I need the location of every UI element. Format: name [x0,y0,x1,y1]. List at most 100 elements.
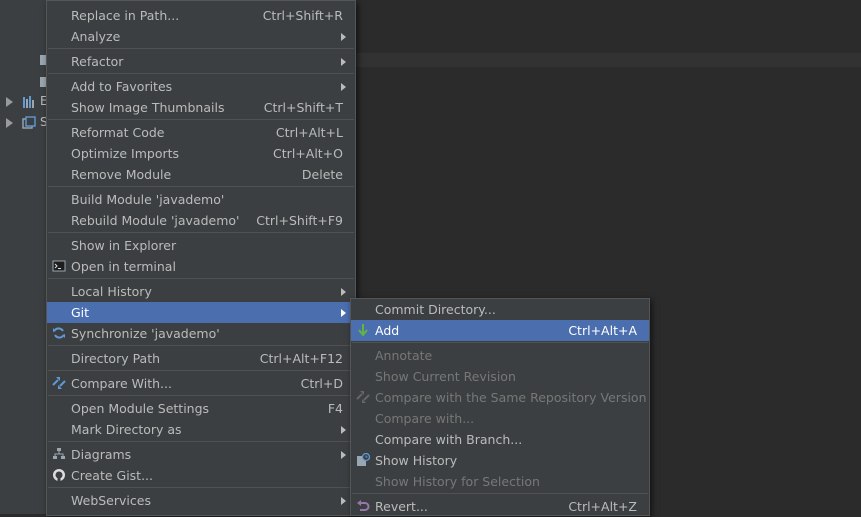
separator [48,73,354,74]
submenu-arrow-icon [341,83,346,91]
separator [352,493,648,494]
menu-item-label: Mark Directory as [71,422,182,437]
compare-icon [52,377,66,389]
menu-item-create-gist[interactable]: Create Gist... [47,465,355,486]
separator [48,395,354,396]
separator [48,487,354,488]
menu-item-show-in-explorer[interactable]: Show in Explorer [47,235,355,256]
revert-icon [357,500,370,511]
submenu-arrow-icon [341,288,346,296]
menu-item-git[interactable]: Git [47,302,355,323]
tree-item-external-libraries[interactable]: E [0,92,48,112]
git-item-show-history-for-selection[interactable]: Show History for Selection [351,471,649,492]
menu-item-label: Synchronize 'javademo' [71,326,220,341]
menu-item-webservices[interactable]: WebServices [47,490,355,511]
git-item-compare-same-repo-version[interactable]: Compare with the Same Repository Version [351,387,649,408]
sync-icon [53,327,65,339]
menu-item-shortcut: Delete [301,167,343,182]
menu-item-optimize-imports[interactable]: Optimize Imports Ctrl+Alt+O [47,143,355,164]
submenu-arrow-icon [341,33,346,41]
menu-item-label: Show in Explorer [71,238,177,253]
menu-item-label: Rebuild Module 'javademo' [71,213,240,228]
tree-item-scratches[interactable]: S [0,113,48,133]
context-menu: Replace in Path... Ctrl+Shift+R Analyze … [46,0,356,516]
menu-item-remove-module[interactable]: Remove Module Delete [47,164,355,185]
menu-item-label: WebServices [71,493,151,508]
git-item-add[interactable]: Add Ctrl+Alt+A [351,320,649,341]
menu-item-label: Show Image Thumbnails [71,100,225,115]
menu-item-compare-with[interactable]: Compare With... Ctrl+D [47,373,355,394]
menu-item-label: Compare with... [375,411,475,426]
menu-item-label: Directory Path [71,351,161,366]
separator [48,370,354,371]
git-item-show-current-revision[interactable]: Show Current Revision [351,366,649,387]
git-item-show-history[interactable]: Show History [351,450,649,471]
menu-item-label: Analyze [71,29,121,44]
menu-item-label: Commit Directory... [375,302,496,317]
git-submenu: Commit Directory... Add Ctrl+Alt+A Annot… [350,298,650,516]
menu-item-show-image-thumbnails[interactable]: Show Image Thumbnails Ctrl+Shift+T [47,97,355,118]
git-item-compare-with[interactable]: Compare with... [351,408,649,429]
menu-item-label: Optimize Imports [71,146,180,161]
menu-item-label: Show History [375,453,458,468]
menu-item-rebuild-module[interactable]: Rebuild Module 'javademo' Ctrl+Shift+F9 [47,210,355,231]
separator [48,441,354,442]
submenu-arrow-icon [341,58,346,66]
menu-item-build-module[interactable]: Build Module 'javademo' [47,189,355,210]
menu-item-directory-path[interactable]: Directory Path Ctrl+Alt+F12 [47,348,355,369]
menu-item-label: Compare with Branch... [375,432,523,447]
expand-arrow-icon[interactable] [6,97,13,107]
submenu-arrow-icon [341,497,346,505]
menu-item-local-history[interactable]: Local History [47,281,355,302]
git-item-annotate[interactable]: Annotate [351,345,649,366]
tree-item-1[interactable] [0,50,46,70]
menu-item-replace-in-path[interactable]: Replace in Path... Ctrl+Shift+R [47,5,355,26]
git-item-compare-with-branch[interactable]: Compare with Branch... [351,429,649,450]
menu-item-open-module-settings[interactable]: Open Module Settings F4 [47,398,355,419]
menu-item-shortcut: Ctrl+Alt+F12 [259,351,343,366]
menu-item-label: Add [375,323,400,338]
separator [352,342,648,343]
git-item-commit-directory[interactable]: Commit Directory... [351,299,649,320]
menu-item-shortcut: Ctrl+Alt+L [275,125,343,140]
menu-item-label: Remove Module [71,167,172,182]
menu-item-label: Git [71,305,90,320]
menu-item-refactor[interactable]: Refactor [47,51,355,72]
tree-item-2[interactable] [0,72,46,92]
menu-item-shortcut: Ctrl+Alt+A [568,323,637,338]
menu-item-label: Diagrams [71,447,132,462]
menu-item-analyze[interactable]: Analyze [47,26,355,47]
menu-item-reformat-code[interactable]: Reformat Code Ctrl+Alt+L [47,122,355,143]
library-icon [23,96,34,108]
menu-item-shortcut: Ctrl+Shift+R [262,8,343,23]
menu-item-label: Show History for Selection [375,474,540,489]
menu-item-label: Compare With... [71,376,172,391]
menu-item-shortcut: Ctrl+Shift+F9 [256,213,343,228]
menu-item-mark-directory-as[interactable]: Mark Directory as [47,419,355,440]
menu-item-label: Create Gist... [71,468,154,483]
menu-item-shortcut: Ctrl+D [300,376,343,391]
separator [48,186,354,187]
compare-icon [356,391,370,403]
history-icon [357,453,370,466]
menu-item-add-to-favorites[interactable]: Add to Favorites [47,76,355,97]
menu-item-label: Open Module Settings [71,401,210,416]
expand-arrow-icon[interactable] [6,118,13,128]
menu-item-label: Local History [71,284,152,299]
menu-item-label: Show Current Revision [375,369,516,384]
separator [48,48,354,49]
scratches-icon [22,116,36,129]
menu-item-synchronize[interactable]: Synchronize 'javademo' [47,323,355,344]
menu-item-open-in-terminal[interactable]: Open in terminal [47,256,355,277]
menu-item-label: Annotate [375,348,433,363]
menu-item-label: Build Module 'javademo' [71,192,225,207]
add-icon [358,324,368,337]
menu-item-label: Refactor [71,54,124,69]
separator [48,345,354,346]
separator [48,278,354,279]
menu-item-diagrams[interactable]: Diagrams [47,444,355,465]
menu-item-shortcut: F4 [327,401,343,416]
project-tool-window: E S [0,0,48,514]
diagram-icon [53,448,65,459]
menu-item-label: Replace in Path... [71,8,180,23]
